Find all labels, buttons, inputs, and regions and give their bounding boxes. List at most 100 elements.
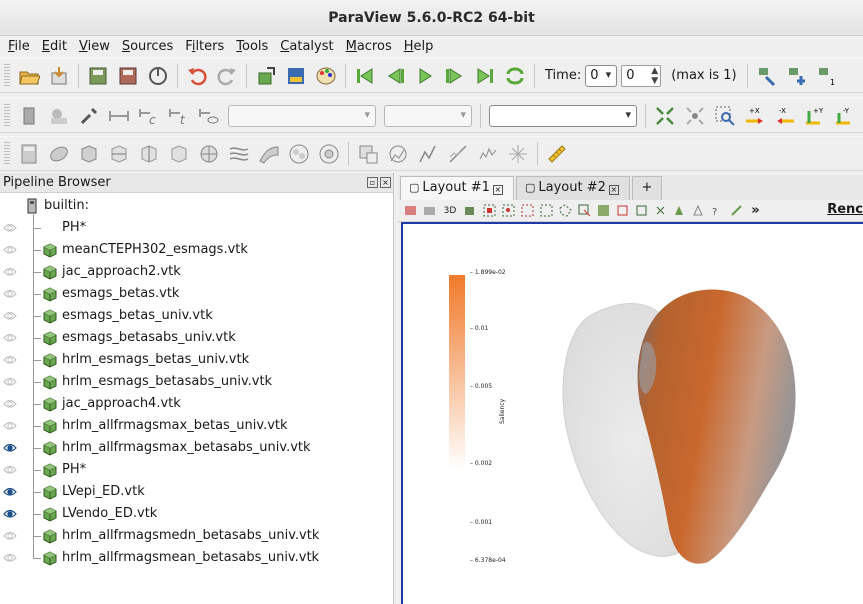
edit-color-map-icon[interactable] [76, 103, 102, 129]
component-combo[interactable] [384, 104, 472, 127]
reset-session-icon[interactable] [253, 63, 279, 89]
eye-closed-icon[interactable] [3, 332, 17, 344]
view-plus-x-icon[interactable]: +X [742, 103, 768, 129]
toggle-3d-button[interactable]: 3D [440, 202, 460, 219]
scalar-bar-icon[interactable] [46, 103, 72, 129]
clear-selection-icon[interactable] [690, 202, 707, 219]
tab-layout-2[interactable]: ▢ Layout #2 × [516, 176, 630, 200]
split-view-icon[interactable] [402, 202, 419, 219]
eye-closed-icon[interactable] [3, 288, 17, 300]
zoom-to-data-icon[interactable] [682, 103, 708, 129]
toolbar-grip[interactable] [4, 63, 10, 88]
plot-data-icon[interactable] [415, 141, 441, 167]
select-cells-through-icon[interactable] [519, 202, 536, 219]
menu-edit[interactable]: Edit [36, 36, 73, 57]
rescale-range-icon[interactable] [106, 103, 132, 129]
pipeline-item[interactable]: hrlm_allfrmagsmean_betasabs_univ.vtk [0, 547, 393, 569]
pipeline-item[interactable]: meanCTEPH302_esmags.vtk [0, 239, 393, 261]
toolbar-grip[interactable] [4, 141, 10, 166]
last-frame-icon[interactable] [472, 63, 498, 89]
pipeline-item[interactable]: hrlm_allfrmagsmax_betasabs_univ.vtk [0, 437, 393, 459]
reset-camera-icon[interactable] [652, 103, 678, 129]
hover-points-icon[interactable] [614, 202, 631, 219]
pipeline-item[interactable]: hrlm_allfrmagsmax_betas_univ.vtk [0, 415, 393, 437]
next-frame-icon[interactable] [442, 63, 468, 89]
close-tab-icon[interactable]: × [492, 185, 503, 195]
eye-open-icon[interactable] [3, 508, 17, 520]
glyph-icon[interactable] [196, 141, 222, 167]
eye-open-icon[interactable] [3, 442, 17, 454]
pipeline-item[interactable]: hrlm_esmags_betasabs_univ.vtk [0, 371, 393, 393]
load-state-icon[interactable] [115, 63, 141, 89]
rescale-custom-icon[interactable]: c [136, 103, 162, 129]
pipeline-item[interactable]: hrlm_allfrmagsmedn_betasabs_univ.vtk [0, 525, 393, 547]
eye-closed-icon[interactable] [3, 420, 17, 432]
render-view-label[interactable]: Renc [827, 202, 863, 217]
select-blocks-icon[interactable] [595, 202, 612, 219]
render-view[interactable]: – 1.899e-02 – 0.01 – 0.005 – 0.002 – 0.001 – … [401, 222, 863, 604]
select-points-through-icon[interactable] [538, 202, 555, 219]
loop-icon[interactable] [502, 63, 528, 89]
calculator-icon[interactable] [16, 141, 42, 167]
capture-icon[interactable] [421, 202, 438, 219]
undo-icon[interactable] [184, 63, 210, 89]
color-by-combo[interactable] [228, 104, 376, 127]
interactive-select-icon[interactable] [576, 202, 593, 219]
save-state-icon[interactable] [85, 63, 111, 89]
menu-catalyst[interactable]: Catalyst [274, 36, 339, 57]
query-icon[interactable]: ? [709, 202, 726, 219]
time-combo[interactable]: 0 [585, 64, 618, 87]
add-layout-tab[interactable]: + [632, 176, 662, 200]
probe-icon[interactable] [505, 141, 531, 167]
menu-tools[interactable]: Tools [230, 36, 274, 57]
eye-closed-icon[interactable] [3, 266, 17, 278]
eye-closed-icon[interactable] [3, 398, 17, 410]
camera-custom-icon[interactable]: 1 [814, 63, 840, 89]
close-panel-icon[interactable]: × [380, 177, 391, 188]
pipeline-item[interactable]: esmags_betasabs_univ.vtk [0, 327, 393, 349]
connect-icon[interactable] [145, 63, 171, 89]
eye-closed-icon[interactable] [3, 464, 17, 476]
clip-icon[interactable] [76, 141, 102, 167]
plot-over-time-icon[interactable] [475, 141, 501, 167]
eye-closed-icon[interactable] [3, 552, 17, 564]
stream-tracer-icon[interactable] [226, 141, 252, 167]
close-tab-icon[interactable]: × [608, 185, 619, 195]
render-canvas[interactable] [403, 224, 863, 604]
view-plus-y-icon[interactable]: +Y [802, 103, 828, 129]
eye-closed-icon[interactable] [3, 222, 17, 234]
menu-help[interactable]: Help [398, 36, 440, 57]
camera-icon[interactable] [462, 202, 479, 219]
shrink-selection-icon[interactable] [671, 202, 688, 219]
menu-view[interactable]: View [73, 36, 116, 57]
pipeline-item[interactable]: hrlm_esmags_betas_univ.vtk [0, 349, 393, 371]
save-data-icon[interactable] [46, 63, 72, 89]
camera-add-icon[interactable] [784, 63, 810, 89]
pipeline-item[interactable]: esmags_betas.vtk [0, 283, 393, 305]
float-panel-icon[interactable]: ▫ [367, 177, 378, 188]
time-spinbox[interactable]: 0 ▲ ▼ [621, 64, 662, 87]
view-minus-x-icon[interactable]: -X [772, 103, 798, 129]
tab-layout-1[interactable]: ▢ Layout #1 × [400, 176, 514, 200]
rescale-visible-icon[interactable] [196, 103, 222, 129]
menu-filters[interactable]: Filters [179, 36, 230, 57]
threshold-icon[interactable] [136, 141, 162, 167]
eye-open-icon[interactable] [3, 486, 17, 498]
pipeline-item[interactable]: PH* [0, 217, 393, 239]
zoom-to-box-icon[interactable] [712, 103, 738, 129]
pipeline-item[interactable]: jac_approach4.vtk [0, 393, 393, 415]
color-palette-icon[interactable] [313, 63, 339, 89]
contour-icon[interactable] [46, 141, 72, 167]
edit-ruler-icon[interactable] [728, 202, 745, 219]
slice-icon[interactable] [106, 141, 132, 167]
extract-subset-icon[interactable] [166, 141, 192, 167]
plot-over-line-icon[interactable] [445, 141, 471, 167]
eye-closed-icon[interactable] [3, 530, 17, 542]
grow-selection-icon[interactable] [652, 202, 669, 219]
eye-closed-icon[interactable] [3, 354, 17, 366]
open-file-icon[interactable] [16, 63, 42, 89]
pipeline-item[interactable]: PH* [0, 459, 393, 481]
pipeline-root[interactable]: builtin: [0, 195, 393, 217]
select-polygon-icon[interactable] [557, 202, 574, 219]
ruler-icon[interactable] [544, 141, 570, 167]
